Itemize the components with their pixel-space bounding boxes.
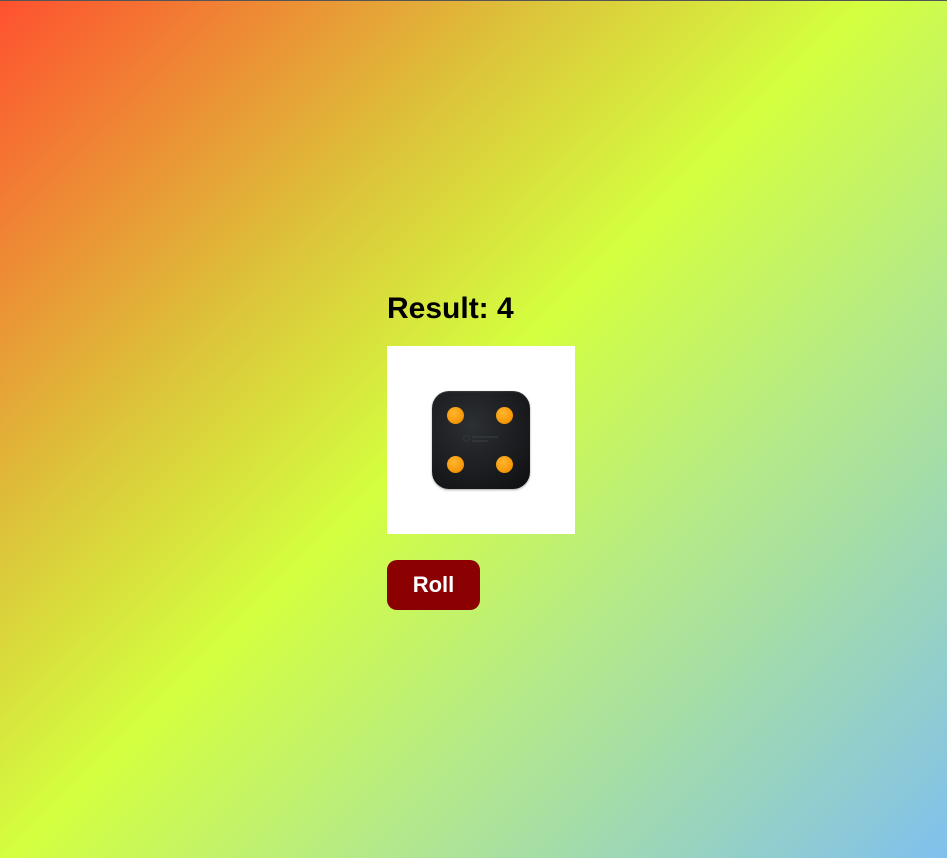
dice-logo-line (472, 440, 488, 442)
result-value: 4 (497, 292, 514, 325)
dice-face-image (432, 391, 530, 489)
roll-button[interactable]: Roll (387, 560, 480, 610)
dice-pip (447, 456, 464, 473)
dice-pip (496, 407, 513, 424)
dice-pip (496, 456, 513, 473)
result-label: Result: (387, 292, 489, 325)
result-heading: Result: 4 (387, 291, 587, 327)
dice-pip (447, 407, 464, 424)
dice-image-frame (387, 346, 575, 534)
dice-logo (463, 434, 501, 444)
dice-logo-line (472, 436, 498, 438)
dice-logo-mark (463, 435, 470, 442)
dice-roller-app: Result: 4 Roll (387, 291, 587, 610)
